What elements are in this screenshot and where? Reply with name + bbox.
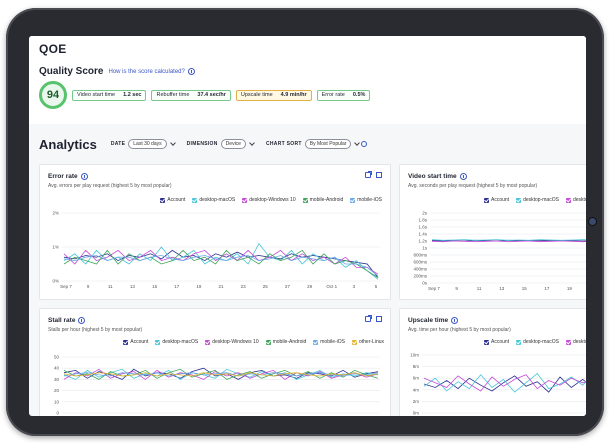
y-tick-label: 1.2s xyxy=(418,239,427,244)
metric-value: 37.4 sec/hr xyxy=(197,92,226,98)
filter-chart-sort[interactable]: CHART SORT By Most Popular xyxy=(265,139,368,149)
info-icon[interactable] xyxy=(187,68,195,75)
x-tick-label: 3 xyxy=(353,284,356,289)
analytics-toolbar: Analytics DATE Last 30 days DIMENSION De… xyxy=(29,124,586,156)
y-tick-label: 6m xyxy=(413,376,420,381)
quality-score-header: Quality Score How is the score calculate… xyxy=(39,66,576,77)
x-tick-label: Sep 7 xyxy=(60,284,72,289)
upscale-panel: Upscale time Avg. time per hour (highest… xyxy=(399,308,586,416)
x-tick-label: 5 xyxy=(375,284,378,289)
error-rate-chart: 2% 1% 0%Sep 7 9 11 13 15 17 19 21 23 25 27 29 Oct 1 3 5 xyxy=(52,211,380,289)
metric-rebuffer[interactable]: Rebuffer time 37.4 sec/hr xyxy=(151,89,231,101)
x-tick-label: 9 xyxy=(87,284,90,289)
metric-label: Video start time xyxy=(77,92,116,98)
y-tick-label: 10 xyxy=(54,399,60,404)
y-tick-label: 800ms xyxy=(413,253,427,258)
y-tick-label: 10m xyxy=(410,353,419,358)
video-start-panel: Video start time Avg. seconds per play r… xyxy=(399,164,586,300)
x-tick-label: 19 xyxy=(196,284,202,289)
x-tick-label: 25 xyxy=(263,284,269,289)
metric-upscale[interactable]: Upscale time 4.9 min/hr xyxy=(235,89,312,101)
y-tick-label: 2m xyxy=(413,399,420,404)
x-tick-label: 11 xyxy=(108,284,113,289)
y-tick-label: 1.4s xyxy=(418,232,427,237)
metric-value: 0.5% xyxy=(352,92,366,98)
x-tick-label: 21 xyxy=(218,284,224,289)
x-tick-label: 29 xyxy=(307,284,313,289)
x-tick-label: 17 xyxy=(174,284,180,289)
filter-dimension[interactable]: DIMENSION Device xyxy=(186,139,255,149)
filter-label: DATE xyxy=(110,141,126,147)
x-tick-label: 15 xyxy=(522,286,528,291)
x-tick-label: 19 xyxy=(567,286,573,291)
metric-value: 4.9 min/hr xyxy=(280,92,307,98)
app-screen: QOE Quality Score How is the score calcu… xyxy=(29,36,586,416)
x-tick-label: 15 xyxy=(152,284,158,289)
score-row: 94 Video start time 1.2 sec Rebuffer tim… xyxy=(39,81,576,109)
chart-sort-select[interactable]: By Most Popular xyxy=(304,139,352,149)
y-tick-label: 0% xyxy=(52,279,59,284)
y-tick-label: 30 xyxy=(54,377,60,382)
metric-video-start[interactable]: Video start time 1.2 sec xyxy=(72,89,147,101)
chevron-down-icon[interactable] xyxy=(169,140,176,146)
camera-icon xyxy=(589,218,596,225)
y-tick-label: 600ms xyxy=(413,260,427,265)
x-tick-label: Sep 7 xyxy=(428,286,440,291)
x-tick-label: 23 xyxy=(241,284,247,289)
y-tick-label: 4m xyxy=(413,387,420,392)
y-tick-label: 8m xyxy=(413,364,420,369)
y-tick-label: 1.8s xyxy=(418,218,427,223)
filter-date[interactable]: DATE Last 30 days xyxy=(110,139,176,149)
stall-rate-chart: 50 40 30 20 10 0 xyxy=(54,355,380,416)
y-tick-label: 1s xyxy=(422,246,428,251)
y-tick-label: 0 xyxy=(56,411,59,416)
tablet-frame: QOE Quality Score How is the score calcu… xyxy=(6,8,604,436)
x-tick-label: 13 xyxy=(499,286,505,291)
stall-rate-panel: Stall rate Stalls per hour (highest 5 by… xyxy=(39,308,391,416)
y-tick-label: 1% xyxy=(52,245,59,250)
series-line xyxy=(63,249,379,275)
y-tick-label: 20 xyxy=(54,388,60,393)
y-tick-label: 2s xyxy=(422,211,428,216)
filter-label: DIMENSION xyxy=(186,141,218,147)
score-help-link[interactable]: How is the score calculated? xyxy=(108,69,184,75)
x-tick-label: 9 xyxy=(455,286,458,291)
metric-label: Upscale time xyxy=(240,92,273,98)
y-tick-label: 50 xyxy=(54,355,60,360)
x-tick-label: 27 xyxy=(285,284,291,289)
x-tick-label: Oct 1 xyxy=(326,284,337,289)
dimension-select[interactable]: Device xyxy=(220,139,246,149)
series-line xyxy=(423,373,586,393)
upscale-chart: 10m 8m 6m 4m 2m 0m xyxy=(410,353,586,416)
video-start-chart: 2s 1.8s 1.6s 1.4s 1.2s 1s 800ms 600ms 400ms 200ms… xyxy=(413,211,586,291)
y-tick-label: 400ms xyxy=(413,267,427,272)
y-tick-label: 200ms xyxy=(413,274,427,279)
filter-label: CHART SORT xyxy=(265,141,302,147)
metric-label: Rebuffer time xyxy=(156,92,190,98)
y-tick-label: 0s xyxy=(422,281,428,286)
y-tick-label: 1.6s xyxy=(418,225,427,230)
help-icon[interactable] xyxy=(361,141,368,147)
chevron-down-icon[interactable] xyxy=(354,140,361,146)
quality-score-title: Quality Score xyxy=(39,66,104,77)
metric-label: Error rate xyxy=(321,92,345,98)
metric-error-rate[interactable]: Error rate 0.5% xyxy=(316,89,371,101)
series-line xyxy=(431,239,586,241)
y-tick-label: 0m xyxy=(413,411,420,416)
chevron-down-icon[interactable] xyxy=(249,140,255,146)
x-tick-label: 13 xyxy=(130,284,136,289)
metric-value: 1.2 sec xyxy=(123,92,142,98)
x-tick-label: 17 xyxy=(544,286,550,291)
analytics-title: Analytics xyxy=(39,136,97,152)
error-rate-panel: Error rate Avg. errors per play request … xyxy=(39,164,391,300)
quality-score-badge: 94 xyxy=(39,81,67,109)
y-tick-label: 40 xyxy=(54,366,60,371)
y-tick-label: 2% xyxy=(52,211,59,216)
page-title: QOE xyxy=(39,42,67,56)
date-select[interactable]: Last 30 days xyxy=(128,139,167,149)
x-tick-label: 11 xyxy=(477,286,482,291)
